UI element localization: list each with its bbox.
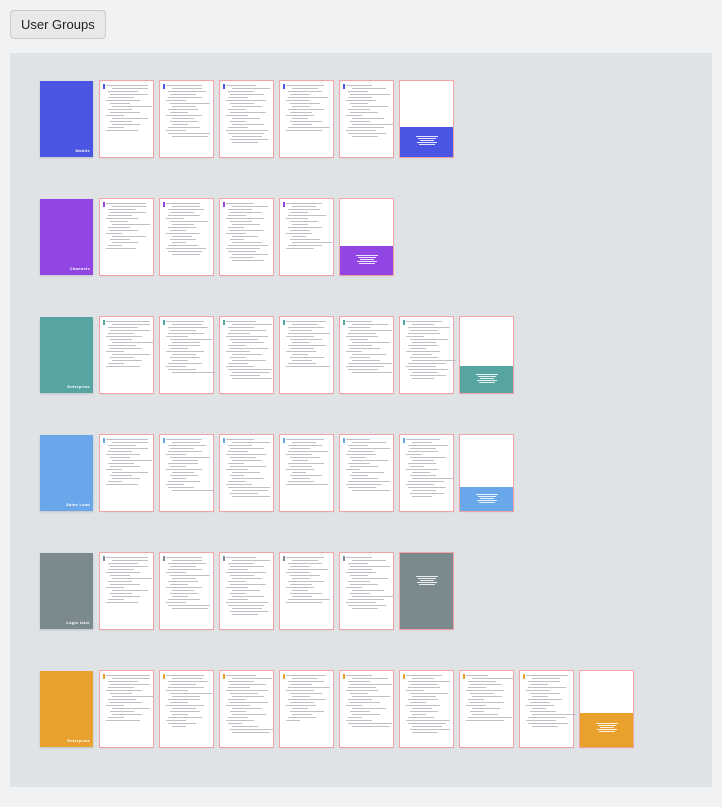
content-page[interactable] xyxy=(160,553,213,629)
group-row: Enterprise xyxy=(40,671,682,747)
content-page[interactable] xyxy=(340,435,393,511)
back-cover-page[interactable] xyxy=(580,671,633,747)
cover-page[interactable]: Logic User xyxy=(40,553,93,629)
content-page[interactable] xyxy=(160,435,213,511)
content-page[interactable] xyxy=(160,671,213,747)
content-page[interactable] xyxy=(220,199,273,275)
cover-page[interactable]: Sales Lead xyxy=(40,435,93,511)
content-page[interactable] xyxy=(220,317,273,393)
content-page[interactable] xyxy=(280,81,333,157)
group-row: Logic User xyxy=(40,553,682,629)
group-row: Sales Lead xyxy=(40,435,682,511)
content-page[interactable] xyxy=(100,317,153,393)
content-page[interactable] xyxy=(460,671,513,747)
group-row: Channels xyxy=(40,199,682,275)
cover-page[interactable]: Mobile xyxy=(40,81,93,157)
content-page[interactable] xyxy=(340,81,393,157)
content-page[interactable] xyxy=(280,435,333,511)
document-canvas: Mobile Channels Enterprise Sales Lead Logic … xyxy=(10,53,712,787)
cover-title: Enterprise xyxy=(67,384,90,389)
content-page[interactable] xyxy=(220,671,273,747)
content-page[interactable] xyxy=(520,671,573,747)
tab-user-groups[interactable]: User Groups xyxy=(10,10,106,39)
content-page[interactable] xyxy=(100,81,153,157)
content-page[interactable] xyxy=(100,199,153,275)
content-page[interactable] xyxy=(160,81,213,157)
cover-page[interactable]: Enterprise xyxy=(40,317,93,393)
cover-title: Enterprise xyxy=(67,738,90,743)
content-page[interactable] xyxy=(400,671,453,747)
cover-title: Mobile xyxy=(76,148,90,153)
content-page[interactable] xyxy=(340,671,393,747)
cover-title: Sales Lead xyxy=(66,502,90,507)
content-page[interactable] xyxy=(160,199,213,275)
group-row: Enterprise xyxy=(40,317,682,393)
cover-page[interactable]: Enterprise xyxy=(40,671,93,747)
cover-page[interactable]: Channels xyxy=(40,199,93,275)
cover-title: Logic User xyxy=(66,620,90,625)
content-page[interactable] xyxy=(280,199,333,275)
back-cover-page[interactable] xyxy=(460,435,513,511)
back-cover-page[interactable] xyxy=(460,317,513,393)
content-page[interactable] xyxy=(100,553,153,629)
content-page[interactable] xyxy=(220,435,273,511)
back-cover-page[interactable] xyxy=(340,199,393,275)
content-page[interactable] xyxy=(160,317,213,393)
content-page[interactable] xyxy=(280,317,333,393)
content-page[interactable] xyxy=(100,435,153,511)
content-page[interactable] xyxy=(340,553,393,629)
content-page[interactable] xyxy=(220,81,273,157)
content-page[interactable] xyxy=(100,671,153,747)
content-page[interactable] xyxy=(280,671,333,747)
content-page[interactable] xyxy=(340,317,393,393)
cover-title: Channels xyxy=(70,266,90,271)
content-page[interactable] xyxy=(280,553,333,629)
content-page[interactable] xyxy=(220,553,273,629)
content-page[interactable] xyxy=(400,435,453,511)
content-page[interactable] xyxy=(400,317,453,393)
back-cover-page[interactable] xyxy=(400,553,453,629)
group-row: Mobile xyxy=(40,81,682,157)
back-cover-page[interactable] xyxy=(400,81,453,157)
